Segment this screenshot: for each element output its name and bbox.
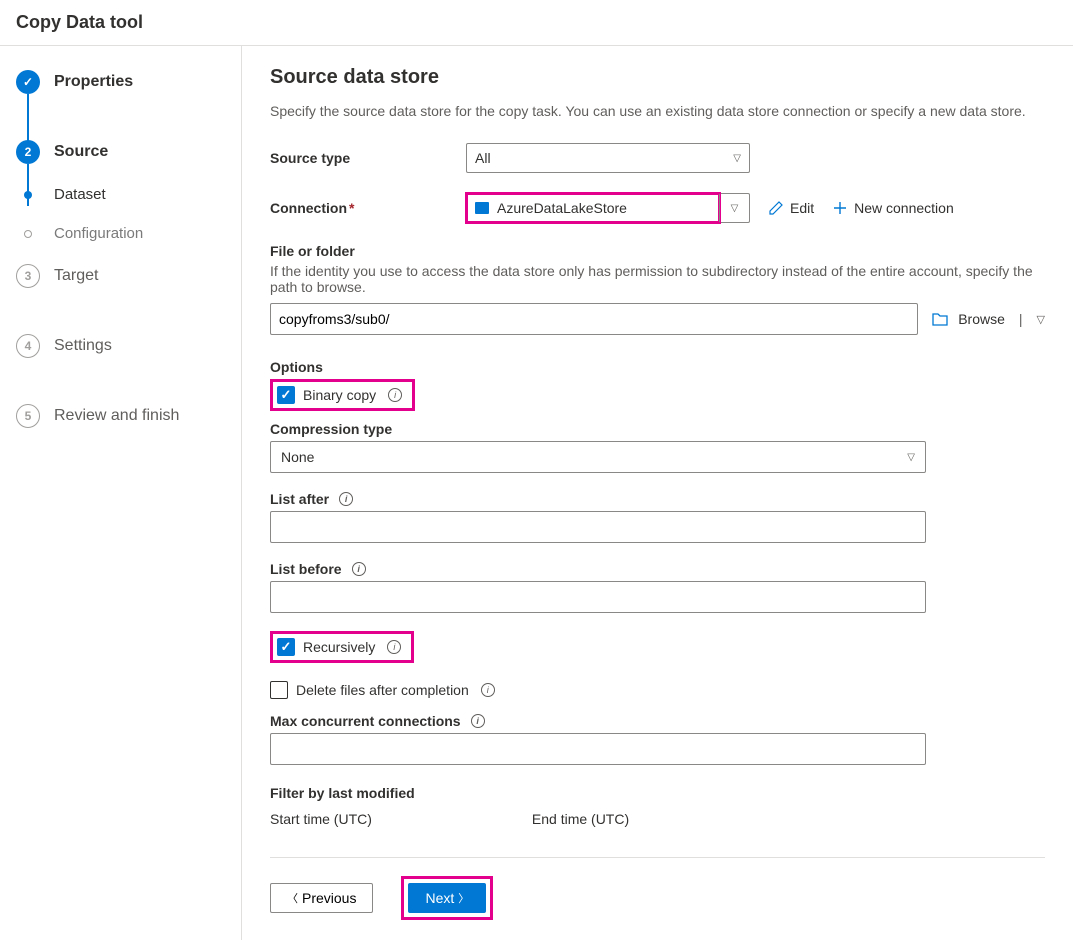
chevron-left-icon: 〈 (287, 890, 298, 906)
step-properties[interactable]: ✓ Properties (16, 70, 241, 94)
main-panel: Source data store Specify the source dat… (242, 46, 1073, 940)
info-icon[interactable]: i (387, 640, 401, 654)
list-after-label: List afteri (270, 491, 1045, 507)
substep-configuration[interactable]: Configuration (16, 225, 241, 242)
chevron-down-icon[interactable]: ▽ (1037, 313, 1045, 326)
chevron-right-icon: 〉 (458, 890, 469, 906)
source-type-value: All (475, 150, 491, 166)
file-folder-help: If the identity you use to access the da… (270, 263, 1045, 295)
connection-label: Connection* (270, 200, 446, 216)
compression-type-select[interactable]: None ▽ (270, 441, 926, 473)
connection-value: AzureDataLakeStore (497, 200, 627, 216)
wizard-sidebar: ✓ Properties 2 Source Dataset Configurat… (0, 46, 242, 940)
section-title: Source data store (270, 66, 1045, 89)
wizard-footer: 〈 Previous Next 〉 (270, 857, 1045, 920)
list-before-input[interactable] (270, 581, 926, 613)
pencil-icon (768, 200, 784, 216)
separator: | (1019, 311, 1023, 327)
folder-icon (932, 312, 948, 326)
page-header: Copy Data tool (0, 0, 1073, 46)
info-icon[interactable]: i (481, 683, 495, 697)
connection-select[interactable]: AzureDataLakeStore ▽ (466, 193, 750, 223)
step-number-icon: 2 (16, 140, 40, 164)
step-settings[interactable]: 4 Settings (16, 334, 241, 358)
next-button[interactable]: Next 〉 (408, 883, 486, 913)
recursively-checkbox[interactable]: Recursively i (277, 638, 401, 656)
max-conn-label: Max concurrent connectionsi (270, 713, 1045, 729)
checkbox-checked-icon (277, 638, 295, 656)
delete-files-checkbox[interactable]: Delete files after completion i (270, 681, 1045, 699)
chevron-down-icon[interactable]: ▽ (719, 194, 749, 222)
source-type-select[interactable]: All ▽ (466, 143, 750, 173)
max-conn-input[interactable] (270, 733, 926, 765)
info-icon[interactable]: i (352, 562, 366, 576)
info-icon[interactable]: i (471, 714, 485, 728)
substep-dataset[interactable]: Dataset (16, 186, 241, 203)
step-target[interactable]: 3 Target (16, 264, 241, 288)
edit-button[interactable]: Edit (768, 200, 814, 216)
step-number-icon: 5 (16, 404, 40, 428)
section-subtitle: Specify the source data store for the co… (270, 103, 1045, 119)
info-icon[interactable]: i (339, 492, 353, 506)
file-folder-label: File or folder (270, 243, 1045, 259)
next-highlight: Next 〉 (401, 876, 493, 920)
binary-copy-checkbox[interactable]: Binary copy i (277, 386, 402, 404)
previous-button[interactable]: 〈 Previous (270, 883, 373, 913)
info-icon[interactable]: i (388, 388, 402, 402)
chevron-down-icon: ▽ (733, 153, 741, 164)
checkbox-icon (270, 681, 288, 699)
recursively-highlight: Recursively i (270, 631, 414, 663)
chevron-down-icon: ▽ (907, 452, 915, 463)
step-number-icon: 3 (16, 264, 40, 288)
new-connection-button[interactable]: New connection (832, 200, 954, 216)
source-type-label: Source type (270, 150, 446, 166)
options-label: Options (270, 359, 1045, 375)
list-before-label: List beforei (270, 561, 1045, 577)
compression-type-label: Compression type (270, 421, 1045, 437)
datastore-icon (475, 202, 489, 214)
file-folder-input[interactable] (270, 303, 918, 335)
step-number-icon: 4 (16, 334, 40, 358)
step-review[interactable]: 5 Review and finish (16, 404, 241, 428)
browse-button[interactable]: Browse (932, 311, 1005, 327)
step-source[interactable]: 2 Source (16, 140, 241, 164)
end-time-label: End time (UTC) (532, 811, 629, 827)
plus-icon (832, 200, 848, 216)
page-title: Copy Data tool (16, 12, 1057, 33)
filter-label: Filter by last modified (270, 785, 1045, 801)
list-after-input[interactable] (270, 511, 926, 543)
check-icon: ✓ (16, 70, 40, 94)
checkbox-checked-icon (277, 386, 295, 404)
binary-copy-highlight: Binary copy i (270, 379, 415, 411)
start-time-label: Start time (UTC) (270, 811, 372, 827)
